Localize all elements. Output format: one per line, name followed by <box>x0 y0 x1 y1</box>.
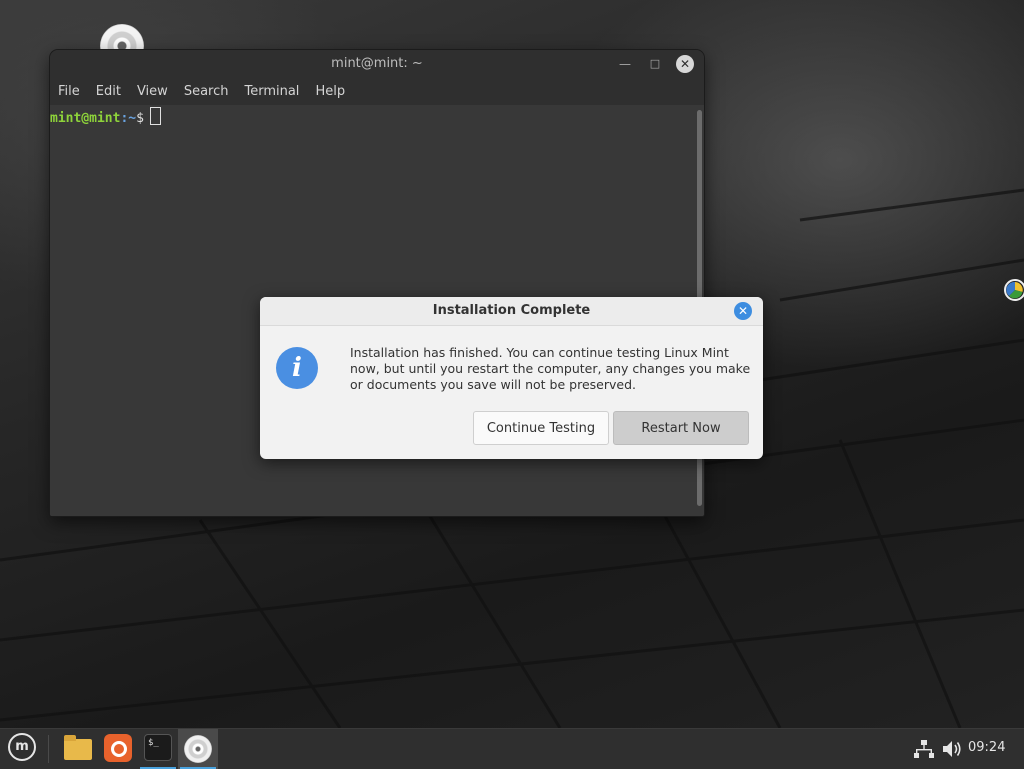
firefox-icon <box>104 734 132 762</box>
desktop: mint@mint: ~ — □ ✕ File Edit View Search… <box>0 0 1024 728</box>
dialog-close-icon[interactable]: ✕ <box>734 302 752 320</box>
disc-installer-icon <box>184 735 212 763</box>
menu-edit[interactable]: Edit <box>96 84 129 99</box>
continue-testing-button[interactable]: Continue Testing <box>473 411 609 445</box>
network-icon[interactable] <box>914 739 934 759</box>
prompt-symbol: $ <box>136 111 144 126</box>
start-menu-button[interactable]: m <box>4 729 40 769</box>
dialog-titlebar[interactable]: Installation Complete ✕ <box>260 297 763 326</box>
menu-search[interactable]: Search <box>184 84 237 99</box>
terminal-menubar: File Edit View Search Terminal Help <box>50 78 704 105</box>
menu-file[interactable]: File <box>58 84 88 99</box>
linux-mint-logo-icon: m <box>8 733 36 761</box>
files-launcher[interactable] <box>58 729 98 769</box>
prompt-path: :~ <box>120 111 137 126</box>
minimize-icon[interactable]: — <box>616 55 634 73</box>
menu-help[interactable]: Help <box>315 84 353 99</box>
files-icon <box>64 735 92 760</box>
maximize-icon[interactable]: □ <box>646 55 664 73</box>
terminal-icon: $_ <box>144 734 172 761</box>
taskbar: m $_ 09:24 <box>0 728 1024 769</box>
terminal-title: mint@mint: ~ <box>331 56 423 71</box>
volume-icon[interactable] <box>941 738 963 760</box>
menu-view[interactable]: View <box>137 84 176 99</box>
terminal-titlebar[interactable]: mint@mint: ~ — □ ✕ <box>50 50 704 78</box>
dialog-title: Installation Complete <box>432 303 591 318</box>
installer-launcher[interactable] <box>178 729 218 769</box>
firefox-launcher[interactable] <box>98 729 138 769</box>
prompt-user: mint@mint <box>50 111 121 126</box>
side-widget-icon[interactable] <box>1004 279 1024 301</box>
installation-complete-dialog: Installation Complete ✕ i Installation h… <box>260 297 763 459</box>
terminal-launcher[interactable]: $_ <box>138 729 178 769</box>
clock[interactable]: 09:24 <box>968 740 1005 755</box>
text-cursor <box>149 107 161 125</box>
dialog-message: Installation has finished. You can conti… <box>350 345 751 392</box>
close-icon[interactable]: ✕ <box>676 55 694 73</box>
taskbar-separator <box>48 735 49 763</box>
info-icon: i <box>276 347 318 389</box>
restart-now-button[interactable]: Restart Now <box>613 411 749 445</box>
menu-terminal[interactable]: Terminal <box>244 84 307 99</box>
